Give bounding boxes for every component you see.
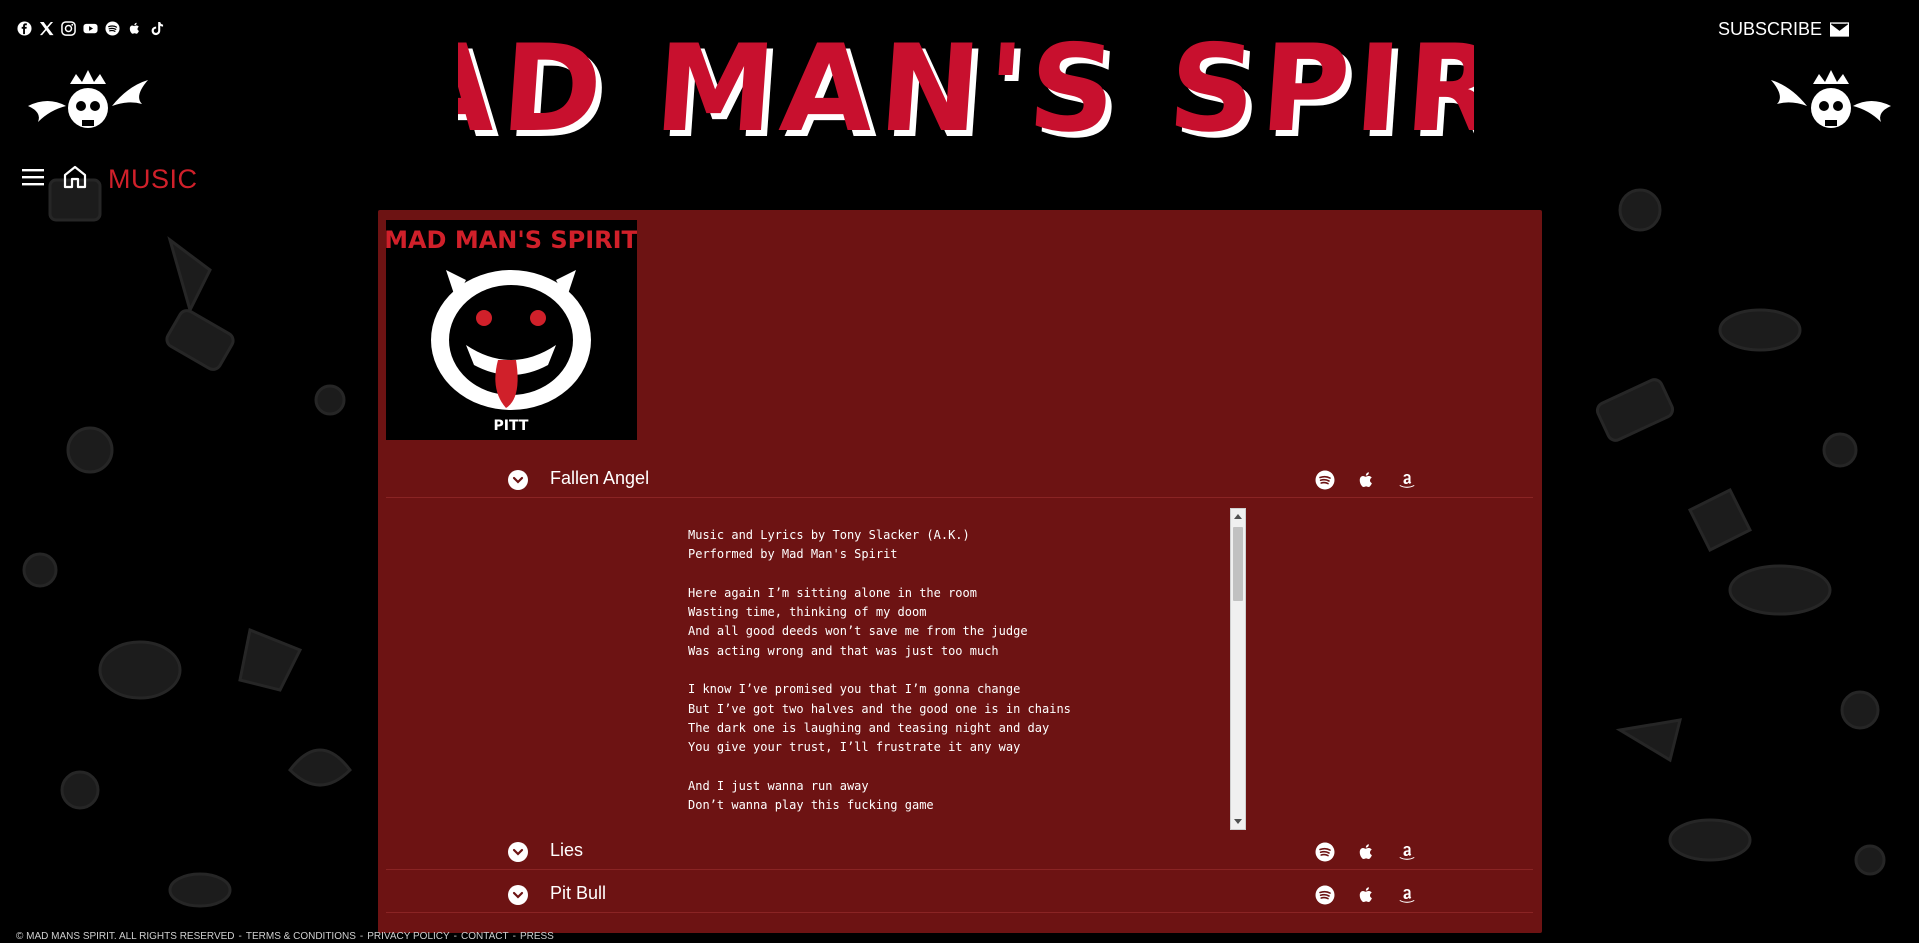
lyrics-text: Music and Lyrics by Tony Slacker (A.K.) … [688, 528, 1071, 813]
tiktok-icon[interactable] [148, 20, 164, 36]
apple-music-icon[interactable] [1356, 885, 1376, 905]
chevron-down-icon[interactable] [508, 842, 528, 862]
x-icon[interactable] [38, 20, 54, 36]
amazon-icon[interactable] [1397, 842, 1417, 862]
cover-subtitle: PITT [494, 418, 529, 434]
footer-link-terms[interactable]: TERMS & CONDITIONS [246, 931, 356, 942]
home-icon[interactable] [62, 164, 88, 195]
chevron-down-icon[interactable] [508, 885, 528, 905]
album-cover[interactable]: MAD MAN'S SPIRIT PITT [384, 220, 639, 440]
spotify-icon[interactable] [1315, 470, 1335, 490]
store-links [1315, 885, 1417, 905]
skull-mascot-logo[interactable] [26, 70, 150, 132]
main-nav: MUSIC [22, 164, 198, 195]
scrollbar-thumb[interactable] [1233, 527, 1243, 601]
scroll-up-icon[interactable] [1234, 514, 1242, 519]
scroll-down-icon[interactable] [1234, 819, 1242, 824]
track-title[interactable]: Pit Bull [550, 883, 606, 904]
apple-music-icon[interactable] [1356, 842, 1376, 862]
footer-link-privacy[interactable]: PRIVACY POLICY [367, 931, 449, 942]
brand-title-text: MAD MAN'S SPIRIT [458, 19, 1474, 158]
footer: © MAD MANS SPIRIT. ALL RIGHTS RESERVED -… [16, 931, 554, 942]
spotify-icon[interactable] [1315, 885, 1335, 905]
spotify-icon[interactable] [1315, 842, 1335, 862]
amazon-icon[interactable] [1397, 885, 1417, 905]
footer-link-press[interactable]: PRESS [520, 931, 554, 942]
subscribe-label: SUBSCRIBE [1717, 19, 1822, 39]
instagram-icon[interactable] [60, 20, 76, 36]
section-title: MUSIC [108, 164, 198, 194]
album-panel: MAD MAN'S SPIRIT PITT Fallen Angel Music… [378, 210, 1542, 933]
footer-link-contact[interactable]: CONTACT [461, 931, 509, 942]
brand-logo-title[interactable]: MAD MAN'S SPIRIT MAD MAN'S SPIRIT [273, 8, 1654, 165]
amazon-icon[interactable] [1397, 470, 1417, 490]
hamburger-menu-icon[interactable] [22, 168, 44, 191]
apple-music-icon[interactable] [1356, 470, 1376, 490]
chevron-down-icon[interactable] [508, 470, 528, 490]
subscribe-link[interactable]: SUBSCRIBE [1718, 19, 1849, 40]
envelope-icon [1830, 22, 1849, 37]
footer-copyright: © MAD MANS SPIRIT. ALL RIGHTS RESERVED [16, 931, 235, 942]
store-links [1315, 470, 1417, 490]
track-row[interactable]: Fallen Angel [386, 458, 1533, 498]
spotify-icon[interactable] [104, 20, 120, 36]
track-title[interactable]: Lies [550, 840, 583, 861]
track-title[interactable]: Fallen Angel [550, 468, 649, 489]
lyrics-panel[interactable]: Music and Lyrics by Tony Slacker (A.K.) … [678, 510, 1249, 830]
social-links [16, 20, 164, 36]
facebook-icon[interactable] [16, 20, 32, 36]
track-row[interactable]: Lies [386, 830, 1533, 870]
track-row[interactable]: Pit Bull [386, 873, 1533, 913]
store-links [1315, 842, 1417, 862]
apple-icon[interactable] [126, 20, 142, 36]
youtube-icon[interactable] [82, 20, 98, 36]
skull-mascot-logo-right [1769, 70, 1893, 132]
cover-title: MAD MAN'S SPIRIT [386, 226, 637, 254]
lyrics-scrollbar[interactable] [1230, 508, 1246, 830]
